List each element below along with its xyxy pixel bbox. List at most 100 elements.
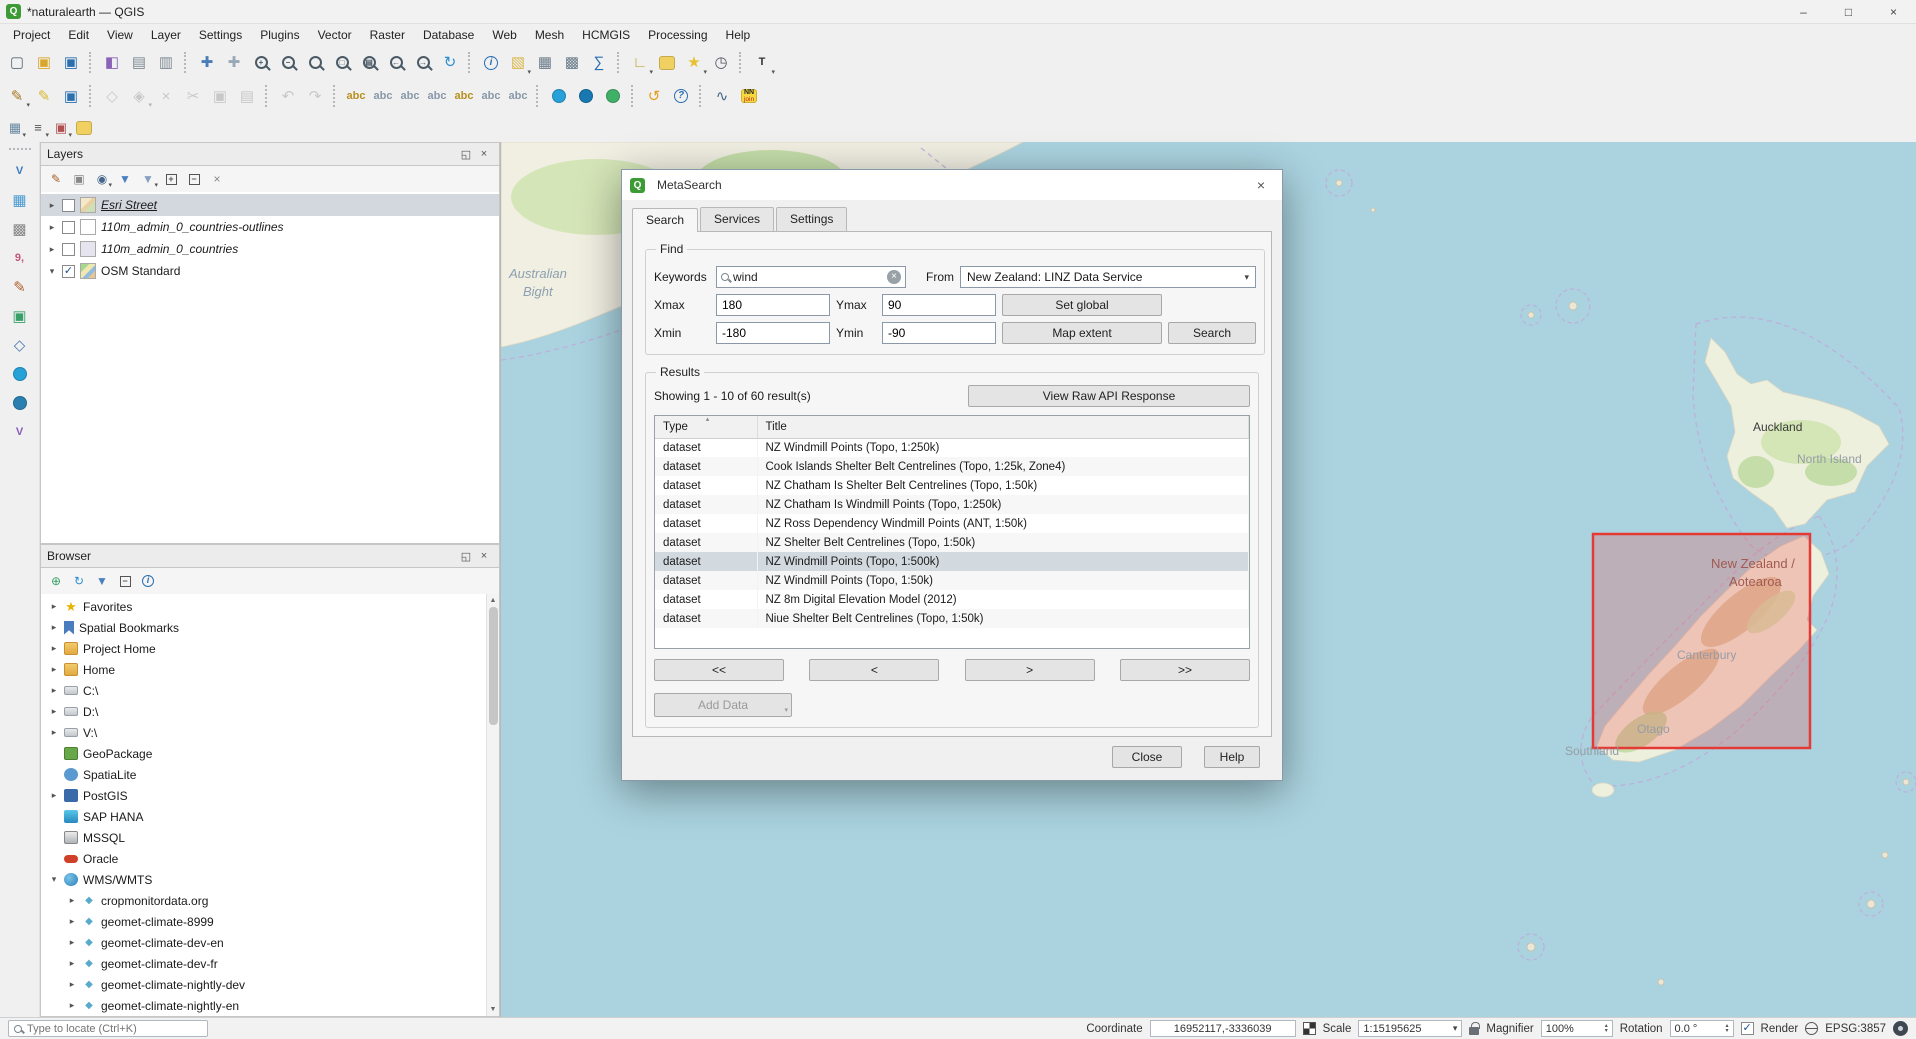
titlebar[interactable]: Q *naturalearth — QGIS – □ × xyxy=(0,0,1916,24)
layer-checkbox[interactable] xyxy=(62,221,75,234)
tree-arrow-icon[interactable]: ▸ xyxy=(49,727,59,738)
tree-arrow-icon[interactable]: ▾ xyxy=(49,874,59,885)
keywords-input[interactable] xyxy=(733,270,883,284)
layout-manager-icon[interactable]: ▥ xyxy=(153,50,179,76)
set-global-button[interactable]: Set global xyxy=(1002,294,1162,316)
add-wfs-layer-icon[interactable]: V xyxy=(6,419,34,445)
pagination-first-button[interactable]: << xyxy=(654,659,784,681)
add-vector-layer-icon[interactable]: V xyxy=(6,158,34,184)
result-row[interactable]: datasetNiue Shelter Belt Centrelines (To… xyxy=(655,609,1249,628)
layer-row[interactable]: ▾✓OSM Standard xyxy=(41,260,499,282)
tree-arrow-icon[interactable]: ▸ xyxy=(49,706,59,717)
close-button[interactable]: Close xyxy=(1112,746,1182,768)
tree-arrow-icon[interactable]: ▸ xyxy=(49,601,59,612)
from-select[interactable]: New Zealand: LINZ Data Service ▾ xyxy=(960,266,1256,288)
scroll-up-icon[interactable]: ▲ xyxy=(490,594,497,607)
refresh-browser-icon[interactable]: ↻ xyxy=(69,571,89,591)
menu-view[interactable]: View xyxy=(98,26,142,44)
text-annotation-icon[interactable]: T▾ xyxy=(749,50,775,76)
locator-search[interactable] xyxy=(8,1020,208,1037)
zoom-in-icon[interactable]: + xyxy=(248,50,274,76)
browser-item[interactable]: Oracle xyxy=(41,848,499,869)
project-open-icon[interactable]: ▣ xyxy=(31,50,57,76)
close-panel-icon[interactable]: × xyxy=(475,148,493,160)
add-mesh-layer-icon[interactable]: ▩ xyxy=(6,216,34,242)
pin-labels-icon[interactable]: abc xyxy=(397,83,423,109)
menu-processing[interactable]: Processing xyxy=(639,26,716,44)
help-button[interactable]: Help xyxy=(1204,746,1260,768)
zoom-to-layer-icon[interactable]: ▤ xyxy=(356,50,382,76)
browser-item[interactable]: ▸D:\ xyxy=(41,701,499,722)
tree-arrow-icon[interactable]: ▸ xyxy=(67,895,77,906)
show-hide-labels-icon[interactable]: abc xyxy=(424,83,450,109)
browser-item[interactable]: ▸Project Home xyxy=(41,638,499,659)
menu-project[interactable]: Project xyxy=(4,26,59,44)
minimize-button[interactable]: – xyxy=(1781,0,1826,23)
expand-all-icon[interactable]: + xyxy=(161,169,181,189)
tree-arrow-icon[interactable]: ▸ xyxy=(67,979,77,990)
menu-edit[interactable]: Edit xyxy=(59,26,98,44)
xmin-input[interactable] xyxy=(716,322,830,344)
layer-row[interactable]: ▸Esri Street xyxy=(41,194,499,216)
zoom-last-icon[interactable]: ← xyxy=(383,50,409,76)
layer-row[interactable]: ▸110m_admin_0_countries xyxy=(41,238,499,260)
menu-hcmgis[interactable]: HCMGIS xyxy=(573,26,639,44)
add-wms-layer-icon[interactable] xyxy=(6,361,34,387)
tree-arrow-icon[interactable]: ▸ xyxy=(67,1000,77,1011)
float-panel-icon[interactable]: ◱ xyxy=(457,148,475,161)
scale-select[interactable]: 1:15195625 ▾ xyxy=(1358,1020,1462,1037)
project-new-icon[interactable]: ▢ xyxy=(4,50,30,76)
tab-settings[interactable]: Settings xyxy=(776,207,847,231)
result-row[interactable]: datasetCook Islands Shelter Belt Centrel… xyxy=(655,457,1249,476)
spin-down-icon[interactable]: ▾ xyxy=(1726,1029,1729,1034)
new-spatial-bookmark-icon[interactable]: ★▾ xyxy=(681,50,707,76)
collapse-all-browser-icon[interactable]: − xyxy=(115,571,135,591)
dialog-titlebar[interactable]: Q MetaSearch × xyxy=(622,170,1282,200)
select-features-icon[interactable]: ▧▾ xyxy=(505,50,531,76)
browser-item[interactable]: ▸Home xyxy=(41,659,499,680)
result-row[interactable]: datasetNZ Ross Dependency Windmill Point… xyxy=(655,514,1249,533)
browser-item[interactable]: ▸◆geomet-climate-8999 xyxy=(41,911,499,932)
filter-by-expression-icon[interactable]: ▼▾ xyxy=(138,169,158,189)
tree-arrow-icon[interactable]: ▸ xyxy=(49,622,59,633)
browser-panel-header[interactable]: Browser ◱ × xyxy=(40,544,500,568)
search-button[interactable]: Search xyxy=(1168,322,1256,344)
change-label-icon[interactable]: abc xyxy=(505,83,531,109)
zoom-full-icon[interactable] xyxy=(302,50,328,76)
menu-mesh[interactable]: Mesh xyxy=(526,26,573,44)
layer-checkbox[interactable] xyxy=(62,243,75,256)
ymax-input[interactable] xyxy=(882,294,996,316)
pagination-previous-button[interactable]: < xyxy=(809,659,939,681)
browser-item[interactable]: ▸◆geomet-climate-nightly-en xyxy=(41,995,499,1016)
properties-widget-icon[interactable]: i xyxy=(138,571,158,591)
menu-layer[interactable]: Layer xyxy=(142,26,190,44)
add-group-icon[interactable]: ▣ xyxy=(69,169,89,189)
browser-item[interactable]: ▸◆geomet-climate-dev-en xyxy=(41,932,499,953)
browser-item[interactable]: ▸★Favorites xyxy=(41,596,499,617)
result-row[interactable]: datasetNZ Windmill Points (Topo, 1:250k) xyxy=(655,438,1249,457)
menu-help[interactable]: Help xyxy=(717,26,760,44)
tree-arrow-icon[interactable]: ▾ xyxy=(47,266,57,277)
web-globe-1-icon[interactable] xyxy=(546,83,572,109)
browser-item[interactable]: SAP HANA xyxy=(41,806,499,827)
result-row[interactable]: datasetNZ Chatham Is Shelter Belt Centre… xyxy=(655,476,1249,495)
tree-arrow-icon[interactable]: ▸ xyxy=(67,937,77,948)
tree-arrow-icon[interactable]: ▸ xyxy=(49,664,59,675)
result-row[interactable]: datasetNZ Windmill Points (Topo, 1:500k) xyxy=(655,552,1249,571)
processing-history-icon[interactable]: ↺ xyxy=(641,83,667,109)
clear-search-icon[interactable]: × xyxy=(887,270,901,284)
filter-browser-icon[interactable]: ▼ xyxy=(92,571,112,591)
layer-row[interactable]: ▸110m_admin_0_countries-outlines xyxy=(41,216,499,238)
scrollbar-thumb[interactable] xyxy=(489,607,498,725)
coordinate-display[interactable]: 16952117,-3336039 xyxy=(1150,1020,1296,1037)
render-checkbox[interactable]: ✓ xyxy=(1741,1022,1754,1035)
pagination-last-button[interactable]: >> xyxy=(1120,659,1250,681)
pan-to-selection-icon[interactable]: ✚ xyxy=(221,50,247,76)
measure-icon[interactable]: ∟▾ xyxy=(627,50,653,76)
rotation-spinner[interactable]: 0.0 ° ▴ ▾ xyxy=(1670,1020,1734,1037)
browser-item[interactable]: ▸◆cropmonitordata.org xyxy=(41,890,499,911)
crs-status[interactable]: EPSG:3857 xyxy=(1825,1023,1886,1035)
ymin-input[interactable] xyxy=(882,322,996,344)
tree-arrow-icon[interactable]: ▸ xyxy=(67,916,77,927)
xmax-input[interactable] xyxy=(716,294,830,316)
